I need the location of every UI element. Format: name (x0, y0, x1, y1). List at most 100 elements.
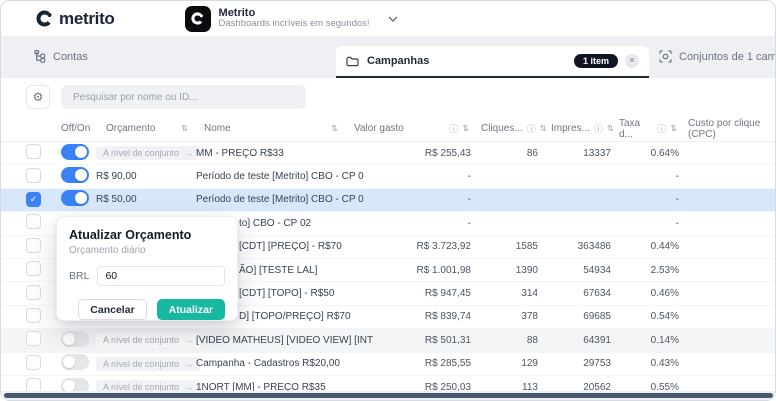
tab-contas-label: Contas (53, 51, 88, 63)
table-row: A nível de conjunto→[VIDEO MATHEUS] [VID… (1, 329, 776, 352)
row-checkbox[interactable]: ✓ (26, 192, 41, 207)
items-count-badge: 1 item (574, 54, 618, 68)
chevron-down-icon[interactable] (388, 16, 398, 22)
row-checkbox[interactable] (26, 355, 41, 370)
clicks-value: 86 (471, 148, 538, 159)
row-checkbox[interactable] (26, 214, 41, 229)
table-row: A nível de conjunto→Campanha - Cadastros… (1, 353, 776, 376)
budget-level-pill[interactable]: A nível de conjunto→ (96, 333, 200, 347)
impressions-value: 67634 (538, 288, 611, 299)
status-toggle[interactable] (61, 354, 89, 370)
campaign-name: MM - PREÇO R$33 (196, 148, 346, 159)
workspace-tagline: Dashboards incríveis em segundos! (219, 19, 370, 30)
close-icon[interactable]: × (625, 54, 639, 68)
budget-amount-input[interactable] (97, 266, 225, 286)
modal-subtitle: Orçamento diário (69, 245, 225, 256)
tab-contas[interactable]: Contas (33, 50, 88, 63)
arrow-right-icon: → (184, 148, 193, 158)
rate-value: 2.53% (611, 265, 679, 276)
workspace-selector[interactable]: Metrito Dashboards incríveis em segundos… (185, 6, 398, 32)
col-cpc: Custo por clique (CPC) (688, 118, 776, 140)
spent-value: R$ 947,45 (346, 288, 471, 299)
app-window: metrito Metrito Dashboards incríveis em … (0, 0, 776, 401)
col-budget: Orçamento (106, 123, 155, 134)
horizontal-scrollbar-track (1, 391, 776, 400)
sort-icon[interactable]: ⇅ (181, 124, 188, 133)
campaign-name: Campanha - Cadastros R$20,00 (196, 358, 346, 369)
col-clicks: Cliques... (481, 123, 523, 134)
accounts-hierarchy-icon (33, 50, 46, 63)
cancel-button[interactable]: Cancelar (78, 299, 146, 320)
spent-value: R$ 255,43 (346, 148, 471, 159)
table-header: Off/On Orçamento ⇅ Nome ⇅ Valor gasto ⓘ⇅… (1, 116, 776, 142)
sort-icon[interactable]: ⇅ (670, 124, 677, 133)
update-button[interactable]: Atualizar (157, 299, 225, 320)
impressions-value: 69685 (538, 311, 611, 322)
budget-level-pill[interactable]: A nível de conjunto→ (96, 357, 200, 371)
budget-level-pill[interactable]: A nível de conjunto→ (96, 146, 200, 160)
spent-value: R$ 1.001,98 (346, 265, 471, 276)
clicks-value: 88 (471, 335, 538, 346)
currency-label: BRL (69, 270, 89, 282)
clicks-value: 1585 (471, 241, 538, 252)
info-icon: ⓘ (449, 122, 458, 135)
clicks-value: 129 (471, 358, 538, 369)
rate-value: 0.54% (611, 311, 679, 322)
tab-conjuntos[interactable]: Conjuntos de 1 campan (659, 50, 776, 63)
clicks-value: 1390 (471, 265, 538, 276)
row-checkbox[interactable] (26, 144, 41, 159)
table-row: R$ 90,00 Período de teste [Metrito] CBO -… (1, 165, 776, 188)
col-spent: Valor gasto (354, 123, 404, 134)
impressions-value: 29753 (538, 358, 611, 369)
campaign-name: Período de teste [Metrito] CBO - CP 0 (196, 171, 346, 182)
col-rate: Taxa d... (619, 118, 653, 140)
col-name: Nome (204, 123, 231, 134)
horizontal-scrollbar-thumb[interactable] (4, 393, 773, 398)
budget-value[interactable]: R$ 90,00 (96, 171, 137, 182)
sort-icon[interactable]: ⇅ (462, 124, 469, 133)
row-checkbox[interactable] (26, 261, 41, 276)
campaign-name: [VIDEO MATHEUS] [VIDEO VIEW] [INT (196, 335, 346, 346)
adset-scan-icon (659, 50, 672, 63)
row-checkbox[interactable] (26, 308, 41, 323)
spent-value: - (346, 218, 471, 229)
info-icon: ⓘ (657, 122, 666, 135)
sort-icon[interactable]: ⇅ (331, 124, 338, 133)
rate-value: 0.44% (611, 241, 679, 252)
rate-value: - (611, 218, 679, 229)
table-row: ✓ R$ 50,00 Período de teste [Metrito] CBO … (1, 189, 776, 212)
row-checkbox[interactable] (26, 331, 41, 346)
brand-name: metrito (59, 9, 115, 29)
status-toggle[interactable] (61, 190, 89, 206)
impressions-value: 363486 (538, 241, 611, 252)
tab-campanhas[interactable]: Campanhas 1 item × (336, 46, 649, 78)
table-row: A nível de conjunto→MM - PREÇO R$33R$ 25… (1, 142, 776, 165)
spent-value: R$ 839,74 (346, 311, 471, 322)
status-toggle[interactable] (61, 144, 89, 160)
rate-value: 0.14% (611, 335, 679, 346)
spent-value: R$ 3.723,92 (346, 241, 471, 252)
row-checkbox[interactable] (26, 168, 41, 183)
rate-value: 0.43% (611, 358, 679, 369)
search-input[interactable] (61, 85, 306, 109)
row-checkbox[interactable] (26, 238, 41, 253)
clicks-value: 314 (471, 288, 538, 299)
metrito-logo-icon (36, 10, 53, 27)
spent-value: R$ 501,31 (346, 335, 471, 346)
impressions-value: 54934 (538, 265, 611, 276)
status-toggle[interactable] (61, 167, 89, 183)
brand-logo: metrito (36, 9, 115, 29)
tab-campanhas-label: Campanhas (367, 55, 429, 67)
gear-icon[interactable]: ⚙ (26, 85, 50, 109)
row-checkbox[interactable] (26, 285, 41, 300)
spent-value: - (346, 194, 471, 205)
update-budget-modal: Atualizar Orçamento Orçamento diário BRL… (56, 216, 238, 321)
clicks-value: 378 (471, 311, 538, 322)
arrow-right-icon: → (184, 359, 193, 369)
budget-value[interactable]: R$ 50,00 (96, 194, 137, 205)
campaign-name: Período de teste [Metrito] CBO - CP 0 (196, 194, 346, 205)
status-toggle[interactable] (61, 331, 89, 347)
modal-title: Atualizar Orçamento (69, 228, 225, 242)
rate-value: 0.46% (611, 288, 679, 299)
arrow-right-icon: → (184, 335, 193, 345)
